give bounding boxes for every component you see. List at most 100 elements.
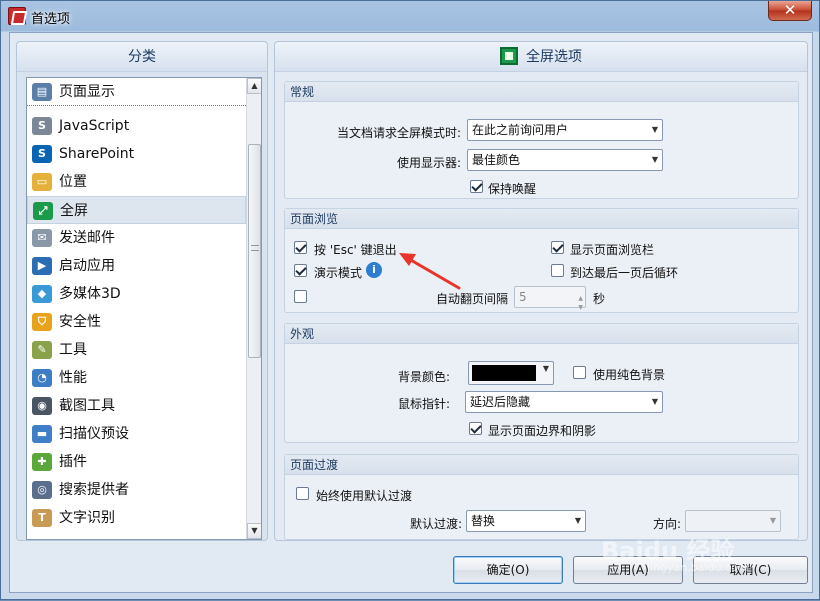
monitor-dropdown[interactable]: 最佳颜色 ▼ bbox=[467, 149, 663, 171]
binoculars-icon: ◎ bbox=[32, 481, 52, 499]
cursor-dropdown[interactable]: 延迟后隐藏 ▼ bbox=[465, 391, 663, 413]
scrollbar-thumb[interactable] bbox=[248, 144, 261, 358]
loop-label: 到达最后一页后循环 bbox=[570, 266, 679, 280]
category-list[interactable]: ▤ 页面显示 S JavaScript S SharePoint ▭ 位置 ⤢ 全屏 ✉ 发送邮件 ▶ 启… bbox=[26, 77, 262, 540]
esc-exit-label: 按 'Esc' 键退出 bbox=[314, 243, 397, 257]
preferences-window: 首选项 ✕ 分类 ▤ 页面显示 S JavaScript S SharePoint ▭ 位置 ⤢… bbox=[0, 0, 820, 600]
always-default-checkbox[interactable] bbox=[296, 487, 309, 500]
ok-button[interactable]: 确定(O) bbox=[453, 556, 563, 584]
title-bar[interactable]: 首选项 ✕ bbox=[1, 1, 819, 31]
info-icon[interactable]: i bbox=[366, 262, 382, 278]
solid-bg-checkbox[interactable] bbox=[573, 366, 586, 379]
fullscreen-icon: ⤢ bbox=[33, 202, 53, 220]
dialog-client-area: 分类 ▤ 页面显示 S JavaScript S SharePoint ▭ 位置 ⤢ 全屏 ✉ 发送邮… bbox=[9, 32, 813, 593]
chevron-down-icon: ▼ bbox=[651, 125, 658, 134]
scanner-icon: ▬ bbox=[32, 425, 52, 443]
group-appearance-title: 外观 bbox=[285, 324, 798, 344]
keep-awake-checkbox[interactable] bbox=[470, 180, 483, 193]
category-item-label: 截图工具 bbox=[59, 398, 115, 414]
category-item[interactable]: ✚ 插件 bbox=[27, 448, 246, 476]
category-item[interactable]: ◆ 多媒体3D bbox=[27, 280, 246, 308]
default-transition-dropdown[interactable]: 替换 ▼ bbox=[466, 510, 586, 532]
category-item[interactable]: T 文字识别 bbox=[27, 504, 246, 532]
group-page-browsing-title: 页面浏览 bbox=[285, 209, 798, 229]
category-item-label: 文字识别 bbox=[59, 510, 115, 526]
group-page-browsing: 页面浏览 按 'Esc' 键退出 显示页面浏览栏 演示模式 i 到达最后一页后循… bbox=[284, 208, 799, 313]
auto-flip-interval-stepper[interactable]: 5 ▲ ▼ bbox=[514, 286, 586, 311]
monitor-value: 最佳颜色 bbox=[472, 153, 521, 167]
category-item[interactable]: ✉ 发送邮件 bbox=[27, 224, 246, 252]
category-item[interactable]: S JavaScript bbox=[27, 112, 246, 140]
app-logo-icon bbox=[8, 7, 26, 25]
group-page-transition: 页面过渡 始终使用默认过渡 默认过渡: 替换 ▼ 方向: ▼ bbox=[284, 454, 799, 540]
category-item[interactable]: ⛉ 安全性 bbox=[27, 308, 246, 336]
category-item-label: 发送邮件 bbox=[59, 230, 115, 246]
bg-color-label: 背景颜色: bbox=[398, 370, 451, 384]
sharepoint-icon: S bbox=[32, 145, 52, 163]
category-panel: 分类 ▤ 页面显示 S JavaScript S SharePoint ▭ 位置 ⤢ 全屏 ✉ 发送邮… bbox=[16, 41, 268, 541]
auto-flip-checkbox[interactable] bbox=[294, 290, 307, 303]
tools-icon: ✎ bbox=[32, 341, 52, 359]
chevron-down-icon: ▼ bbox=[542, 364, 549, 373]
cursor-label: 鼠标指针: bbox=[398, 397, 451, 411]
show-border-checkbox[interactable] bbox=[469, 422, 482, 435]
direction-dropdown[interactable]: ▼ bbox=[685, 510, 781, 532]
category-item[interactable]: ◎ 搜索提供者 bbox=[27, 476, 246, 504]
category-item[interactable]: ✎ 工具 bbox=[27, 336, 246, 364]
show-navbar-checkbox[interactable] bbox=[551, 241, 564, 254]
fullscreen-request-dropdown[interactable]: 在此之前询问用户 ▼ bbox=[467, 119, 663, 141]
presentation-mode-label: 演示模式 bbox=[314, 266, 363, 280]
folder-icon: ▭ bbox=[32, 173, 52, 191]
category-item[interactable]: ▤ 页面显示 bbox=[27, 78, 246, 106]
chevron-down-icon: ▼ bbox=[651, 397, 658, 406]
options-panel: 全屏选项 常规 当文档请求全屏模式时: 在此之前询问用户 ▼ 使用显示器: 最佳… bbox=[274, 41, 808, 541]
plugin-icon: ✚ bbox=[32, 453, 52, 471]
loop-checkbox[interactable] bbox=[551, 264, 564, 277]
presentation-mode-checkbox[interactable] bbox=[294, 264, 307, 277]
category-item[interactable]: ▭ 位置 bbox=[27, 168, 246, 196]
category-item-label: 扫描仪预设 bbox=[59, 426, 129, 442]
category-item-label: 全屏 bbox=[60, 203, 88, 219]
direction-label: 方向: bbox=[653, 517, 682, 531]
esc-exit-checkbox[interactable] bbox=[294, 241, 307, 254]
solid-bg-label: 使用纯色背景 bbox=[593, 368, 666, 382]
category-item[interactable]: ◔ 性能 bbox=[27, 364, 246, 392]
category-item[interactable]: ▶ 启动应用 bbox=[27, 252, 246, 280]
category-item[interactable]: ◉ 截图工具 bbox=[27, 392, 246, 420]
category-item[interactable]: ⤢ 全屏 bbox=[27, 196, 246, 224]
cursor-value: 延迟后隐藏 bbox=[470, 395, 531, 409]
category-item-label: 工具 bbox=[59, 342, 87, 358]
scroll-up-arrow-icon[interactable]: ▲ bbox=[247, 78, 261, 94]
chevron-down-icon: ▼ bbox=[769, 516, 776, 525]
category-header: 分类 bbox=[17, 42, 267, 72]
group-general-title: 常规 bbox=[285, 82, 798, 102]
chevron-down-icon: ▼ bbox=[574, 516, 581, 525]
monitor-label: 使用显示器: bbox=[397, 156, 462, 170]
auto-flip-label: 自动翻页间隔 bbox=[436, 292, 509, 306]
options-header: 全屏选项 bbox=[275, 42, 807, 72]
group-general: 常规 当文档请求全屏模式时: 在此之前询问用户 ▼ 使用显示器: 最佳颜色 ▼ … bbox=[284, 81, 799, 199]
bg-color-picker[interactable]: ▼ bbox=[468, 361, 554, 385]
multimedia-3d-icon: ◆ bbox=[32, 285, 52, 303]
category-scrollbar[interactable]: ▲ ▼ bbox=[246, 78, 261, 539]
category-item-label: SharePoint bbox=[59, 146, 135, 162]
scrollbar-grip-icon bbox=[251, 245, 259, 251]
camera-icon: ◉ bbox=[32, 397, 52, 415]
launch-app-icon: ▶ bbox=[32, 257, 52, 275]
scroll-down-arrow-icon[interactable]: ▼ bbox=[247, 523, 261, 539]
stepper-down-icon[interactable]: ▼ bbox=[578, 298, 583, 318]
category-item[interactable]: ▬ 扫描仪预设 bbox=[27, 420, 246, 448]
category-item-label: 位置 bbox=[59, 174, 87, 190]
category-list-items: ▤ 页面显示 S JavaScript S SharePoint ▭ 位置 ⤢ 全屏 ✉ 发送邮件 ▶ 启… bbox=[27, 78, 246, 539]
group-appearance: 外观 背景颜色: ▼ 使用纯色背景 鼠标指针: 延迟后隐藏 ▼ 显示页面边界和阴… bbox=[284, 323, 799, 443]
category-item-label: 安全性 bbox=[59, 314, 101, 330]
performance-gauge-icon: ◔ bbox=[32, 369, 52, 387]
watermark-sub: jingyan.baidu.com bbox=[647, 561, 749, 574]
close-button[interactable]: ✕ bbox=[768, 1, 812, 21]
category-item[interactable]: S SharePoint bbox=[27, 140, 246, 168]
category-item-label: 多媒体3D bbox=[59, 286, 121, 302]
javascript-icon: S bbox=[32, 117, 52, 135]
fullscreen-icon bbox=[500, 47, 518, 65]
category-item-label: JavaScript bbox=[59, 118, 130, 134]
security-shield-icon: ⛉ bbox=[32, 313, 52, 331]
